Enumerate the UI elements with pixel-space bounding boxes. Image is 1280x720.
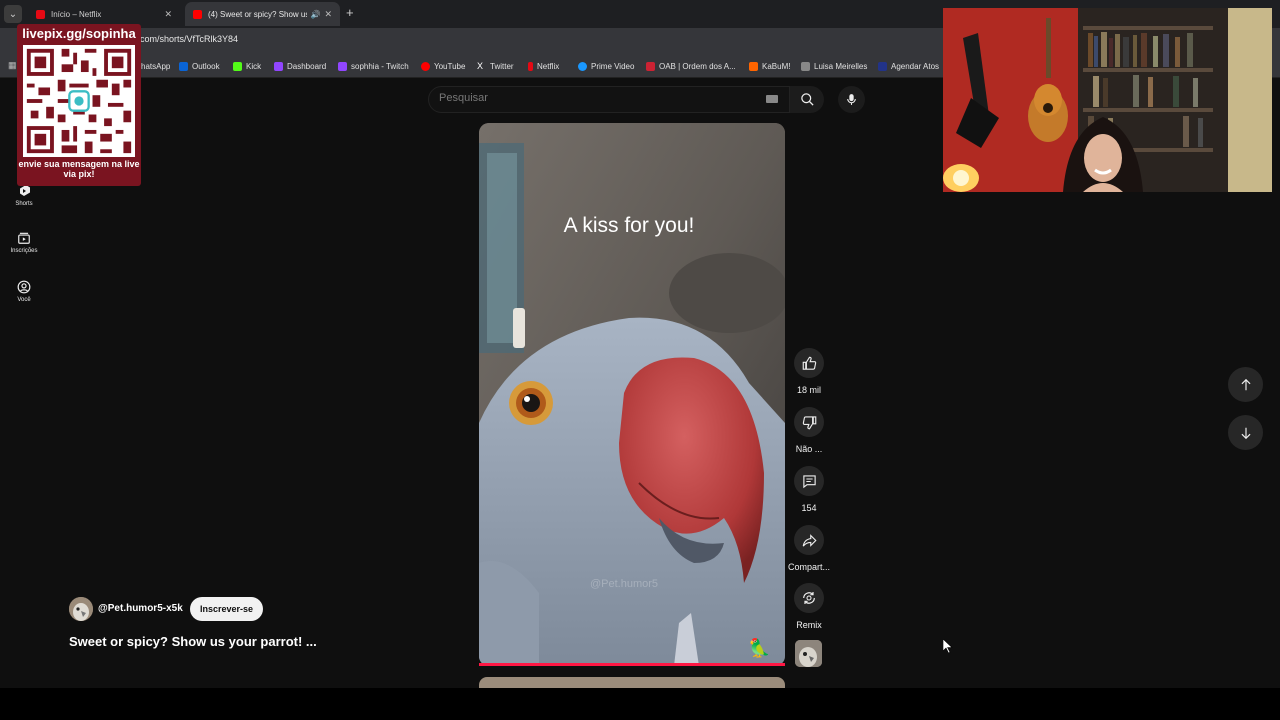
video-watermark: @Pet.humor5 <box>590 578 659 590</box>
remix-label: Remix <box>796 620 822 630</box>
search-icon <box>800 93 814 106</box>
sound-thumbnail[interactable] <box>795 640 822 667</box>
bookmark-icon <box>878 61 887 71</box>
bookmark-item[interactable]: X Twitter <box>477 59 514 73</box>
overlay-title: livepix.gg/sopinha <box>22 26 136 41</box>
channel-avatar[interactable] <box>69 597 93 621</box>
keyboard-icon[interactable] <box>766 95 778 103</box>
outlook-icon <box>179 61 188 71</box>
tab-label: (4) Sweet or spicy? Show us <box>208 9 308 19</box>
webcam-feed <box>943 8 1272 192</box>
overlay-caption: envie sua mensagem na live via pix! <box>18 159 140 179</box>
bookmark-item[interactable]: hatsApp <box>141 59 170 73</box>
tab-youtube-short[interactable]: (4) Sweet or spicy? Show us 🔊 ✕ <box>185 2 340 26</box>
prime-video-icon <box>578 61 587 71</box>
bookmark-item[interactable]: Agendar Atos <box>878 59 939 73</box>
you-icon <box>17 280 31 294</box>
video-caption-text: A kiss for you! <box>563 214 695 237</box>
bookmark-item[interactable]: Outlook <box>179 59 220 73</box>
kabum-icon <box>749 61 758 71</box>
qr-code <box>23 45 135 157</box>
twitch-icon <box>274 61 283 71</box>
dislike-button[interactable]: Não ... <box>786 407 832 454</box>
bottom-bar <box>0 688 1280 720</box>
remix-icon <box>803 592 815 604</box>
bookmark-item[interactable]: Prime Video <box>578 59 634 73</box>
next-short-button[interactable] <box>1228 415 1263 450</box>
share-button[interactable]: Compart... <box>786 525 832 572</box>
close-tab-icon[interactable]: ✕ <box>324 9 332 20</box>
bookmark-item[interactable]: sophhia - Twitch <box>338 59 409 73</box>
voice-search-button[interactable] <box>838 86 865 113</box>
video-title[interactable]: Sweet or spicy? Show us your parrot! ... <box>69 634 317 649</box>
bookmark-item[interactable]: Kick <box>233 59 261 73</box>
arrow-up-icon <box>1241 378 1250 390</box>
search-placeholder: Pesquisar <box>439 92 488 104</box>
shorts-icon <box>20 185 30 196</box>
parrot-sticker-icon: 🦜 <box>748 638 771 658</box>
subscriptions-icon <box>18 232 30 244</box>
share-icon <box>802 533 817 547</box>
share-label: Compart... <box>787 562 830 572</box>
nav-shorts[interactable]: Shorts <box>4 184 44 207</box>
youtube-icon <box>193 9 202 19</box>
previous-short-button[interactable] <box>1228 367 1263 402</box>
microphone-icon <box>847 94 856 105</box>
subscribe-button[interactable]: Inscrever-se <box>190 597 263 621</box>
address-bar[interactable]: com/shorts/VfTcRlk3Y84 <box>140 34 238 44</box>
search-button[interactable] <box>790 86 824 113</box>
youtube-icon <box>421 61 430 71</box>
channel-name[interactable]: @Pet.humor5-x5k <box>98 603 183 614</box>
thumbs-down-icon <box>802 415 816 429</box>
bookmark-item[interactable]: Luisa Meirelles <box>801 59 867 73</box>
twitch-icon <box>338 61 347 71</box>
remix-button[interactable]: Remix <box>786 583 832 630</box>
new-tab-button[interactable]: + <box>346 5 354 20</box>
dislike-label: Não ... <box>795 444 823 454</box>
flag-icon <box>646 61 655 71</box>
like-count: 18 mil <box>796 385 821 395</box>
nav-subscriptions[interactable]: Inscrições <box>4 231 44 254</box>
bookmark-item[interactable]: KaBuM! <box>749 59 790 73</box>
arrow-down-icon <box>1241 427 1250 439</box>
speaker-icon[interactable]: 🔊 <box>310 10 320 19</box>
bookmark-item[interactable]: YouTube <box>421 59 465 73</box>
mouse-cursor-icon <box>942 638 953 658</box>
like-button[interactable]: 18 mil <box>786 348 832 395</box>
nav-you[interactable]: Você <box>4 280 44 303</box>
close-tab-icon[interactable]: ✕ <box>164 9 172 20</box>
comments-button[interactable]: 154 <box>786 466 832 513</box>
video-progress-bar[interactable] <box>479 663 785 666</box>
comment-count: 154 <box>801 503 817 513</box>
apps-grid-icon[interactable]: ▦ <box>8 61 17 70</box>
netflix-icon <box>528 61 533 71</box>
thumbs-up-icon <box>802 356 816 370</box>
tab-search-button[interactable]: ⌄ <box>4 5 22 23</box>
kick-icon <box>233 61 242 71</box>
x-icon: X <box>477 60 484 71</box>
bookmark-item[interactable]: OAB | Ordem dos A... <box>646 59 736 73</box>
tab-label: Início – Netflix <box>51 9 102 19</box>
bookmark-item[interactable]: Dashboard <box>274 59 326 73</box>
comment-icon <box>802 474 816 488</box>
netflix-icon <box>36 9 45 19</box>
bookmark-item[interactable]: Netflix <box>528 59 559 73</box>
bookmark-icon <box>801 61 810 71</box>
tab-netflix[interactable]: Início – Netflix ✕ <box>28 2 180 26</box>
